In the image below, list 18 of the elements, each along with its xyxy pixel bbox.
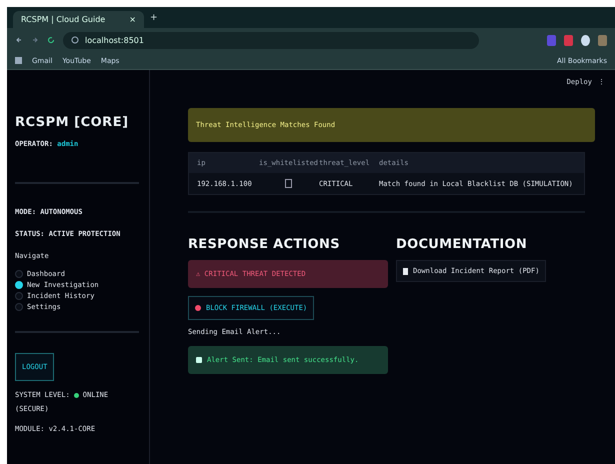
- status-dot: [74, 392, 79, 398]
- profile-icon[interactable]: [598, 34, 607, 46]
- new-tab-button[interactable]: +: [150, 12, 158, 22]
- close-icon[interactable]: ×: [129, 15, 136, 24]
- address-bar[interactable]: localhost:8501: [63, 32, 479, 48]
- radio-icon[interactable]: [15, 270, 23, 278]
- section-title: RESPONSE ACTIONS: [188, 237, 340, 252]
- radio-icon[interactable]: [15, 281, 23, 289]
- section-title: DOCUMENTATION: [396, 237, 528, 252]
- radio-icon[interactable]: [15, 303, 23, 311]
- extension-icon[interactable]: [581, 34, 590, 46]
- reload-icon[interactable]: [47, 36, 55, 44]
- info-icon: [71, 36, 79, 44]
- browser-tab[interactable]: RCSPM | Cloud Guide ×: [13, 11, 144, 28]
- radio-icon[interactable]: [15, 292, 23, 300]
- back-icon[interactable]: [15, 36, 23, 44]
- forward-icon[interactable]: [31, 36, 39, 44]
- app-title: RCSPM [CORE]: [15, 115, 130, 130]
